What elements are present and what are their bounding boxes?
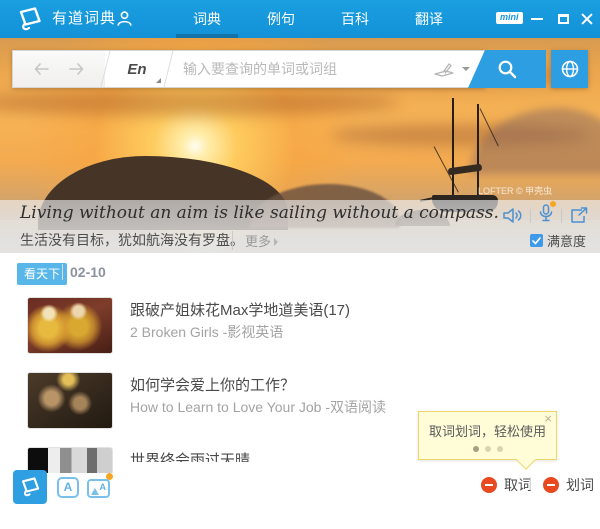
- maximize-icon: [558, 14, 569, 24]
- feed-date: 02-10: [70, 264, 106, 280]
- youdao-logo-icon: [19, 477, 41, 497]
- satisfaction-checkbox[interactable]: [530, 234, 543, 247]
- mic-wrap[interactable]: [539, 204, 553, 227]
- mini-mode-button[interactable]: mini: [496, 12, 523, 24]
- divider: [62, 264, 63, 280]
- maximize-button[interactable]: [552, 0, 574, 38]
- divider: [530, 209, 531, 223]
- letter-a-glyph: A: [100, 482, 107, 492]
- article-subtitle: How to Learn to Love Your Job -双语阅读: [130, 397, 386, 417]
- more-arrow-icon: [274, 238, 278, 246]
- feed-category-badge: 看天下: [17, 263, 67, 285]
- feature-tooltip: 取词划词，轻松使用 ×: [418, 411, 557, 460]
- web-search-button[interactable]: [551, 50, 588, 88]
- minimize-button[interactable]: [526, 0, 548, 38]
- tab-examples[interactable]: 例句: [244, 0, 318, 38]
- minimize-icon: [531, 18, 543, 20]
- search-bar: En: [12, 50, 588, 88]
- disabled-icon: [481, 477, 497, 493]
- distant-mountain: [470, 108, 600, 174]
- notification-dot: [106, 473, 113, 480]
- tab-translate[interactable]: 翻译: [392, 0, 466, 38]
- article-thumbnail[interactable]: [27, 372, 113, 429]
- tab-encyclopedia[interactable]: 百科: [318, 0, 392, 38]
- handwriting-icon[interactable]: [434, 61, 454, 77]
- share-icon[interactable]: [570, 207, 588, 224]
- satisfaction-label: 满意度: [547, 231, 586, 250]
- carousel-dot: [497, 446, 503, 452]
- satisfaction-control: 满意度: [530, 231, 586, 250]
- user-account-icon[interactable]: [116, 10, 133, 27]
- search-icon: [496, 58, 518, 80]
- photo-watermark: LOFTER © 甲壳虫: [478, 184, 552, 197]
- quote-english: Living without an aim is like sailing wi…: [20, 203, 499, 223]
- tooltip-text: 取词划词，轻松使用: [419, 421, 556, 440]
- history-nav: [13, 51, 105, 87]
- more-link[interactable]: 更多: [232, 231, 278, 250]
- search-input-area: En: [12, 50, 485, 88]
- carousel-dot: [473, 446, 479, 452]
- title-bar: 有道词典 词典 例句 百科 翻译 mini: [0, 0, 600, 38]
- close-icon: [581, 13, 593, 25]
- photo-translate-icon[interactable]: A: [87, 479, 110, 498]
- cloud-shape: [0, 90, 400, 116]
- tooltip-close-icon[interactable]: ×: [544, 412, 552, 425]
- quote-chinese: 生活没有目标，犹如航海没有罗盘。: [20, 230, 244, 250]
- feed-item[interactable]: 跟破产姐妹花Max学地道美语(17) 2 Broken Girls -影视英语: [27, 297, 577, 354]
- speaker-icon[interactable]: [503, 207, 522, 224]
- language-selector[interactable]: En: [106, 51, 168, 87]
- article-title[interactable]: 世界终会雨过天晴: [130, 449, 250, 462]
- divider: [561, 209, 562, 223]
- capture-label: 取词: [504, 475, 532, 495]
- chevron-down-icon[interactable]: [462, 67, 470, 71]
- word-capture-toggle[interactable]: 取词: [481, 475, 532, 495]
- forward-arrow-icon[interactable]: [69, 63, 84, 75]
- word-highlight-toggle[interactable]: 划词: [543, 475, 594, 495]
- check-icon: [532, 237, 541, 245]
- mountain-glyph: [91, 488, 99, 495]
- youdao-logo-icon: [16, 7, 43, 31]
- carousel-dots: [419, 446, 556, 452]
- dictionary-home-button[interactable]: [13, 470, 47, 504]
- close-button[interactable]: [576, 0, 598, 38]
- app-title: 有道词典: [52, 0, 116, 38]
- search-field-wrap: [169, 51, 484, 87]
- carousel-dot: [485, 446, 491, 452]
- daily-quote-panel: Living without an aim is like sailing wi…: [0, 200, 600, 253]
- main-tabs: 词典 例句 百科 翻译: [170, 0, 466, 38]
- article-title[interactable]: 如何学会爱上你的工作？: [130, 374, 295, 395]
- disabled-icon: [543, 477, 559, 493]
- article-thumbnail[interactable]: [27, 297, 113, 354]
- search-input[interactable]: [183, 61, 434, 77]
- divider: [530, 477, 531, 490]
- notification-dot: [550, 201, 556, 207]
- quote-actions: [503, 204, 588, 227]
- back-arrow-icon[interactable]: [34, 63, 49, 75]
- article-subtitle: 2 Broken Girls -影视英语: [130, 322, 283, 342]
- wordbook-icon[interactable]: A: [57, 477, 79, 498]
- tab-dictionary[interactable]: 词典: [170, 0, 244, 38]
- article-title[interactable]: 跟破产姐妹花Max学地道美语(17): [130, 299, 350, 320]
- globe-icon: [560, 59, 580, 79]
- highlight-label: 划词: [566, 475, 594, 495]
